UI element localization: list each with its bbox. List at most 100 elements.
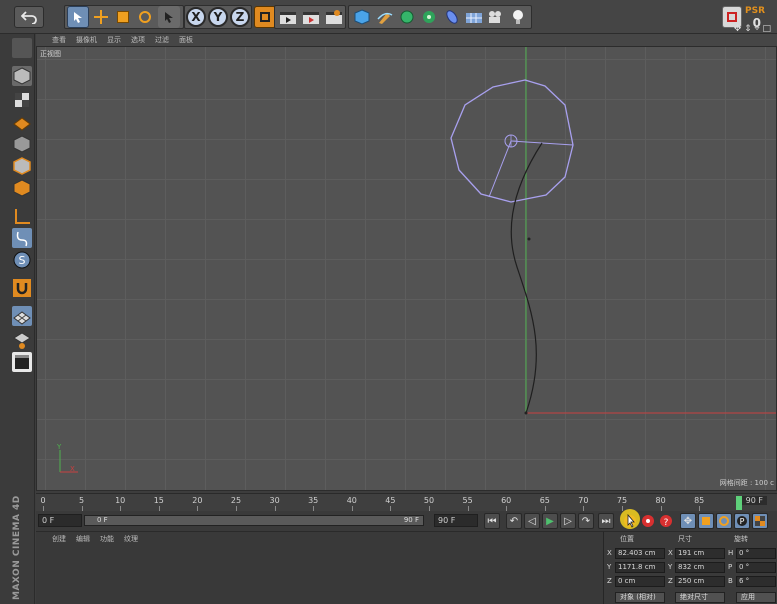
svg-text:Y: Y (56, 443, 62, 451)
array-icon[interactable] (418, 6, 440, 28)
points-mode-icon[interactable] (12, 134, 32, 154)
timeline-tick-label: 50 (423, 496, 435, 505)
viewport-menu-cameras[interactable]: 摄像机 (76, 35, 97, 45)
magnet-icon[interactable] (12, 278, 32, 298)
floor-icon[interactable] (463, 6, 485, 28)
subdivision-icon[interactable] (396, 6, 418, 28)
undo-icon[interactable] (14, 6, 44, 28)
render-settings-icon[interactable] (323, 6, 345, 28)
timeline-ruler[interactable]: 0 5 10 15 20 25 30 35 40 45 50 55 60 65 70 75 80 85 90 F (36, 493, 777, 511)
move-icon[interactable] (90, 6, 112, 28)
rot-b-label: B (728, 577, 733, 585)
render-view-icon[interactable] (277, 6, 299, 28)
step-forward-icon[interactable]: ▷ (560, 513, 576, 529)
frame-range-slider[interactable]: 0 F 90 F (84, 515, 424, 526)
material-manager: 创建 编辑 功能 纹理 (36, 531, 603, 604)
pos-x-field[interactable]: 82.403 cm (615, 548, 665, 559)
texture-mode-icon[interactable] (12, 90, 32, 110)
step-back-icon[interactable]: ◁ (524, 513, 540, 529)
play-icon[interactable]: ▶ (542, 513, 558, 529)
cinema4d-app: X Y Z PSR 0 S MAXON CINEMA 4D 查看 摄像机 显示 … (0, 0, 777, 604)
key-position-icon[interactable]: ✥ (680, 513, 696, 529)
keyframe-help-icon[interactable]: ? (658, 513, 674, 529)
key-scale-icon[interactable] (698, 513, 714, 529)
workplane-mode-icon[interactable] (12, 112, 32, 132)
viewport-nav-icons[interactable]: ✥ ⇕ ⌖ □ (734, 24, 771, 34)
coordinates-manager: 位置 尺寸 旋转 X 82.403 cm X 191 cm H 0 ° Y 11… (603, 531, 777, 604)
deformer-icon[interactable] (441, 6, 463, 28)
viewport-menu-panel[interactable]: 面板 (179, 35, 193, 45)
material-menu-edit[interactable]: 编辑 (76, 534, 90, 544)
max-frame-field[interactable]: 90 F (434, 514, 478, 527)
rot-p-field[interactable]: 0 ° (736, 562, 776, 573)
key-pla-icon[interactable] (752, 513, 768, 529)
viewport-menu-filter[interactable]: 过滤 (155, 35, 169, 45)
pos-x-label: X (607, 549, 612, 557)
scale-icon[interactable] (112, 6, 134, 28)
apply-button[interactable]: 应用 (736, 592, 776, 603)
spline-point (527, 237, 531, 241)
pos-y-field[interactable]: 1171.8 cm (615, 562, 665, 573)
current-frame-field[interactable]: 0 F (38, 514, 82, 527)
rot-h-label: H (728, 549, 734, 557)
next-key-icon[interactable]: ↷ (578, 513, 594, 529)
cube-icon[interactable] (351, 6, 373, 28)
key-rotation-icon[interactable] (716, 513, 732, 529)
coord-system-icon[interactable] (254, 6, 276, 28)
svg-text:P: P (740, 517, 745, 526)
viewport-menu-display[interactable]: 显示 (107, 35, 121, 45)
timeline-tick-label: 10 (115, 496, 126, 505)
main-toolbar: X Y Z PSR 0 (0, 0, 777, 34)
material-menu-function[interactable]: 功能 (100, 534, 114, 544)
timeline-tick-label: 70 (578, 496, 589, 505)
viewport-menubar: 查看 摄像机 显示 选项 过滤 面板 ✥ ⇕ ⌖ □ (36, 24, 777, 46)
size-x-label: X (668, 549, 673, 557)
pos-z-field[interactable]: 0 cm (615, 576, 665, 587)
rot-h-field[interactable]: 0 ° (736, 548, 776, 559)
viewport-menu-view[interactable]: 查看 (52, 35, 66, 45)
material-menu-create[interactable]: 创建 (52, 534, 66, 544)
timeline-end-frame: 90 F (741, 496, 767, 505)
camera-icon[interactable] (485, 6, 507, 28)
size-mode-dropdown[interactable]: 绝对尺寸 (675, 592, 725, 603)
material-menu-texture[interactable]: 纹理 (124, 534, 138, 544)
axis-x-button[interactable]: X (186, 7, 206, 27)
timeline-tick-label: 25 (230, 496, 242, 505)
coord-header-rotation: 旋转 (734, 535, 748, 543)
light-icon[interactable] (507, 6, 529, 28)
autokey-icon[interactable] (640, 513, 656, 529)
axis-y-button[interactable]: Y (208, 7, 228, 27)
timeline-tick-label: 20 (192, 496, 203, 505)
go-to-end-icon[interactable]: ⏭ (598, 513, 614, 529)
go-to-start-icon[interactable]: ⏮ (484, 513, 500, 529)
rotate-icon[interactable] (134, 6, 156, 28)
select-icon[interactable] (67, 6, 89, 28)
key-param-icon[interactable]: P (734, 513, 750, 529)
render-icon[interactable] (300, 6, 322, 28)
grid-snap-icon[interactable] (12, 306, 32, 326)
snap-icon[interactable]: S (12, 250, 32, 270)
size-z-field[interactable]: 250 cm (675, 576, 725, 587)
axis-mode-icon[interactable] (12, 206, 32, 226)
make-editable-icon[interactable] (12, 38, 32, 58)
front-viewport[interactable]: 正视图 Y X 网格间距 : 100 c (36, 46, 777, 491)
edges-mode-icon[interactable] (12, 156, 32, 176)
viewport-menu-options[interactable]: 选项 (131, 35, 145, 45)
coord-mode-dropdown[interactable]: 对象 (相对) (615, 592, 665, 603)
size-y-field[interactable]: 832 cm (675, 562, 725, 573)
polygons-mode-icon[interactable] (12, 178, 32, 198)
rot-b-field[interactable]: 6 ° (736, 576, 776, 587)
svg-text:?: ? (664, 518, 669, 528)
timeline-tick-label: 30 (269, 496, 280, 505)
axis-z-button[interactable]: Z (230, 7, 250, 27)
grid-spacing-status: 网格间距 : 100 c (719, 479, 774, 487)
tweak-mode-icon[interactable] (12, 228, 32, 248)
size-x-field[interactable]: 191 cm (675, 548, 725, 559)
pen-icon[interactable] (374, 6, 396, 28)
live-select-icon[interactable] (158, 6, 180, 28)
quantize-icon[interactable] (12, 330, 32, 350)
model-mode-icon[interactable] (12, 66, 32, 86)
prev-key-icon[interactable]: ↶ (506, 513, 522, 529)
viewport-layout-icon[interactable] (12, 352, 32, 372)
material-menubar: 创建 编辑 功能 纹理 (52, 534, 138, 544)
